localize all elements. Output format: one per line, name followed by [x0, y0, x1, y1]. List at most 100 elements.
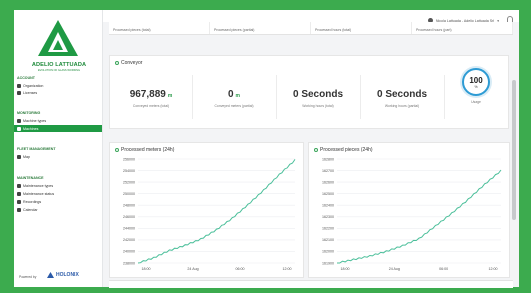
section-account: ACCOUNT	[17, 76, 35, 80]
y-tick-label: 252000	[123, 180, 135, 184]
y-tick-label: 238000	[123, 261, 135, 265]
series-line	[137, 159, 296, 264]
sidebar-item-maintenance-status[interactable]: Maintenance status	[17, 190, 99, 197]
y-tick-label: 161900	[322, 261, 334, 265]
x-tick-label: 24 Aug	[187, 267, 198, 271]
sidebar: ADELIO LATTUADA EVOLUTION OF GLASS WORKI…	[14, 10, 103, 287]
gauge-unit: %	[474, 85, 478, 89]
x-tick-label: 06:00	[236, 267, 245, 271]
sidebar-item-machines[interactable]: Machines	[14, 125, 102, 132]
gauge-value: 100	[469, 76, 483, 85]
chart-card-pieces: Processed pieces (24h) 162800 162700 16260…	[308, 142, 510, 278]
section-maintenance: MAINTENANCE	[17, 176, 44, 180]
x-tick-label: 18:00	[142, 267, 151, 271]
sidebar-item-label: Maintenance status	[23, 191, 55, 196]
bottom-card-edge	[109, 280, 513, 288]
conveyor-card: Conveyor 967,889 m Conveyed meters (total…	[109, 55, 509, 129]
sidebar-item-calendar[interactable]: Calendar	[17, 206, 99, 213]
summary-strip: Processed pieces (total) Processed piece…	[109, 22, 513, 35]
map-icon	[17, 154, 21, 159]
sidebar-item-label: Recordings	[23, 199, 42, 204]
record-icon	[17, 199, 21, 204]
y-tick-label: 162800	[322, 157, 334, 161]
section-monitoring: MONITORING	[17, 111, 41, 115]
sidebar-item-organization[interactable]: Organization	[17, 82, 99, 89]
list-icon	[17, 191, 21, 196]
building-icon	[17, 83, 21, 88]
holonix-text: HOLONIX	[56, 272, 79, 278]
wrench-icon	[17, 183, 21, 188]
kpi-conveyed-partial: 0m Conveyed meters (partial)	[192, 75, 277, 119]
x-tick-label: 18:00	[341, 267, 350, 271]
frame-border	[519, 0, 531, 293]
y-tick-label: 254000	[123, 169, 135, 173]
y-tick-label: 256000	[123, 157, 135, 161]
y-tick-label: 244000	[123, 227, 135, 231]
y-tick-label: 162000	[322, 250, 334, 254]
brand-name: ADELIO LATTUADA	[31, 62, 87, 68]
sidebar-item-machine-types[interactable]: Machine types	[17, 117, 99, 124]
holonix-mark-icon	[47, 272, 54, 278]
y-tick-label: 162100	[322, 238, 334, 242]
brand-logo	[38, 20, 78, 56]
kpi-label: Conveyed meters (partial)	[214, 104, 254, 108]
sidebar-item-label: Maintenance types	[23, 183, 54, 188]
sidebar-item-recordings[interactable]: Recordings	[17, 198, 99, 205]
sidebar-item-label: Map	[23, 154, 30, 159]
kpi-conveyed-total: 967,889 m Conveyed meters (total)	[110, 75, 193, 119]
circle-icon	[115, 61, 119, 65]
kpi-label: Working hours (total)	[302, 104, 334, 108]
sidebar-item-map[interactable]: Map	[17, 153, 99, 160]
summary-cell: Processed hours (total)	[311, 22, 412, 34]
kpi-label: Working hours (partial)	[384, 104, 420, 108]
kpi-unit: m	[235, 93, 240, 99]
x-tick-label: 12:00	[283, 267, 292, 271]
key-icon	[17, 90, 21, 95]
section-fleet-management: FLEET MANAGEMENT	[17, 147, 56, 151]
kpi-label: Conveyed meters (total)	[132, 104, 170, 108]
x-tick-label: 24 Aug	[389, 267, 400, 271]
chart-meters: 256000 254000 252000 250000 248000 246000 2440…	[123, 157, 296, 271]
y-tick-label: 162300	[322, 215, 334, 219]
x-tick-label: 12:00	[489, 267, 498, 271]
usage-gauge: 100 %	[462, 68, 490, 96]
y-tick-label: 250000	[123, 192, 135, 196]
card-title-text: Conveyor	[121, 60, 143, 66]
summary-cell: Processed pieces (total)	[109, 22, 210, 34]
chart-card-meters: Processed meters (24h) 256000 254000 25200…	[109, 142, 304, 278]
conveyor-title: Conveyor	[115, 60, 142, 66]
sidebar-item-label: Organization	[23, 83, 44, 88]
scrollbar[interactable]	[512, 80, 516, 220]
app-window: ADELIO LATTUADA EVOLUTION OF GLASS WORKI…	[0, 0, 531, 293]
machine-icon	[17, 126, 21, 131]
sidebar-item-label: Machine types	[23, 118, 47, 123]
holonix-logo[interactable]: HOLONIX	[47, 272, 79, 278]
kpi-value: 967,889 m	[110, 89, 192, 100]
sidebar-item-label: Licenses	[23, 90, 38, 95]
sidebar-item-licenses[interactable]: Licenses	[17, 89, 99, 96]
y-tick-label: 162500	[322, 192, 334, 196]
y-tick-label: 162700	[322, 169, 334, 173]
y-tick-label: 162200	[322, 227, 334, 231]
kpi-unit: m	[167, 93, 173, 99]
sidebar-item-maintenance-types[interactable]: Maintenance types	[17, 182, 99, 189]
frame-border	[0, 0, 531, 10]
kpi-working-total: 0 Seconds Working hours (total)	[276, 75, 361, 119]
chart-pieces: 162800 162700 162600 162500 162400 162300 1622…	[322, 157, 502, 271]
sidebar-item-label: Machines	[23, 126, 39, 131]
kpi-number: 967,889	[129, 89, 166, 100]
y-tick-label: 248000	[123, 204, 135, 208]
cog-icon	[17, 118, 21, 123]
kpi-number: 0	[227, 89, 234, 100]
y-tick-label: 242000	[123, 238, 135, 242]
y-tick-label: 240000	[123, 250, 135, 254]
y-tick-label: 162600	[322, 180, 334, 184]
kpi-number: 0 Seconds	[292, 89, 344, 100]
summary-cell: Processed pieces (partial)	[210, 22, 311, 34]
brand-tagline: EVOLUTION OF GLASS WORKING	[37, 69, 81, 72]
y-tick-label: 162400	[322, 204, 334, 208]
kpi-value: 0 Seconds	[360, 89, 444, 100]
summary-cell: Processed hours (part)	[412, 22, 513, 34]
kpi-working-partial: 0 Seconds Working hours (partial)	[360, 75, 445, 119]
sidebar-item-label: Calendar	[23, 207, 38, 212]
